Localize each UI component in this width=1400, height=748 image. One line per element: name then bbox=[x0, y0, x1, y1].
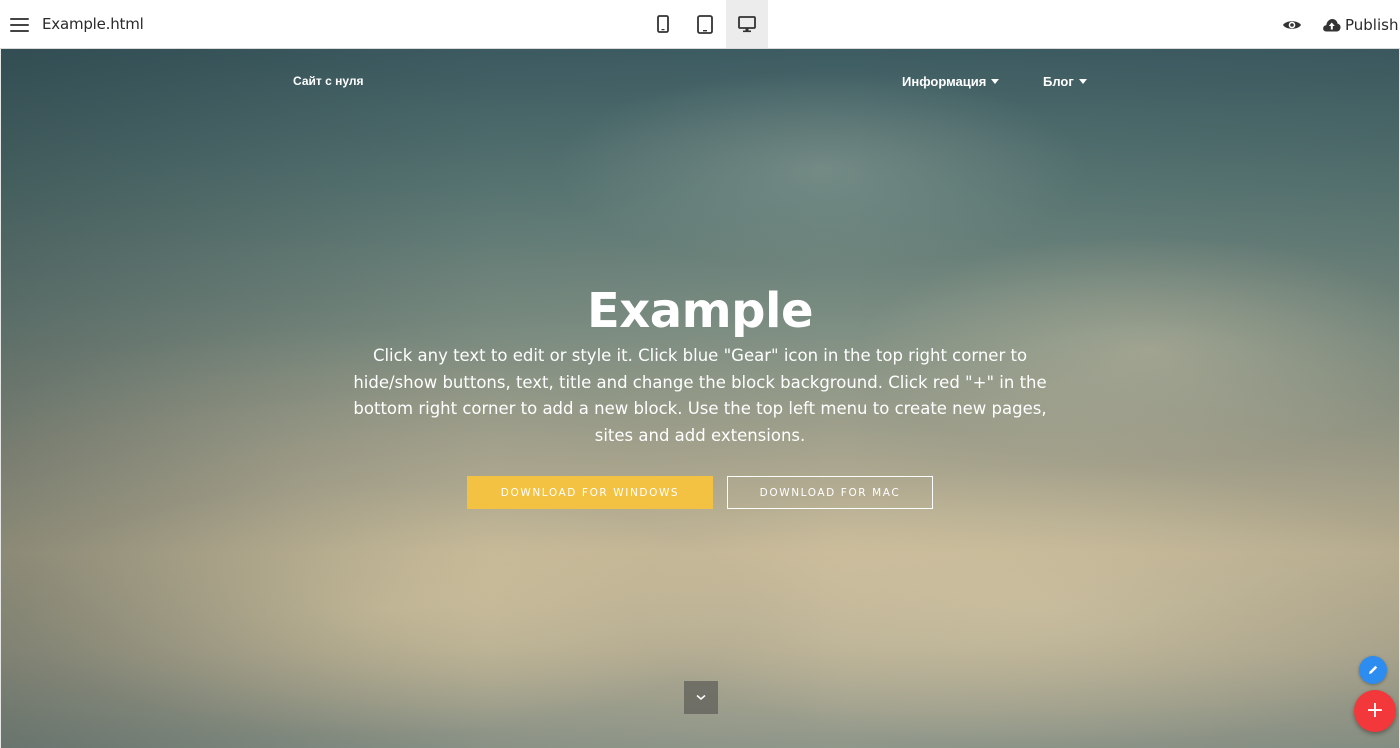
download-windows-button[interactable]: DOWNLOAD FOR WINDOWS bbox=[467, 476, 713, 509]
plus-icon: + bbox=[1365, 698, 1385, 723]
hero-title[interactable]: Example bbox=[1, 283, 1399, 339]
preview-button[interactable] bbox=[1281, 14, 1303, 36]
editor-toolbar: Example.html Publish bbox=[0, 0, 1400, 49]
nav-item-blog[interactable]: Блог bbox=[1043, 74, 1087, 89]
hero-description[interactable]: Click any text to edit or style it. Clic… bbox=[351, 343, 1049, 449]
nav-item-label: Блог bbox=[1043, 74, 1074, 89]
publish-button[interactable]: Publish bbox=[1322, 12, 1398, 38]
tablet-icon bbox=[697, 14, 713, 34]
tablet-view-button[interactable] bbox=[684, 0, 726, 48]
phone-icon bbox=[657, 15, 669, 33]
chevron-down-icon bbox=[696, 694, 706, 700]
hero-block[interactable]: Сайт с нуля Информация Блог Example Clic… bbox=[1, 49, 1399, 748]
canvas-border-left bbox=[0, 49, 1, 748]
scroll-down-button[interactable] bbox=[684, 681, 718, 714]
pencil-icon bbox=[1369, 665, 1378, 674]
phone-view-button[interactable] bbox=[642, 0, 684, 48]
file-name: Example.html bbox=[42, 15, 144, 33]
add-block-button[interactable]: + bbox=[1354, 690, 1396, 732]
caret-down-icon bbox=[991, 79, 1000, 84]
eye-icon bbox=[1283, 21, 1301, 29]
nav-item-information[interactable]: Информация bbox=[902, 74, 1000, 89]
edit-block-button[interactable] bbox=[1359, 656, 1387, 684]
hamburger-menu-icon[interactable] bbox=[10, 14, 30, 36]
download-mac-button[interactable]: DOWNLOAD FOR MAC bbox=[727, 476, 933, 509]
device-switcher bbox=[642, 0, 768, 49]
desktop-view-button[interactable] bbox=[726, 0, 768, 48]
site-brand-link[interactable]: Сайт с нуля bbox=[293, 74, 363, 88]
cloud-upload-icon bbox=[1323, 19, 1341, 32]
desktop-icon bbox=[738, 15, 756, 32]
nav-item-label: Информация bbox=[902, 74, 987, 89]
caret-down-icon bbox=[1078, 79, 1087, 84]
publish-label: Publish bbox=[1345, 16, 1399, 34]
